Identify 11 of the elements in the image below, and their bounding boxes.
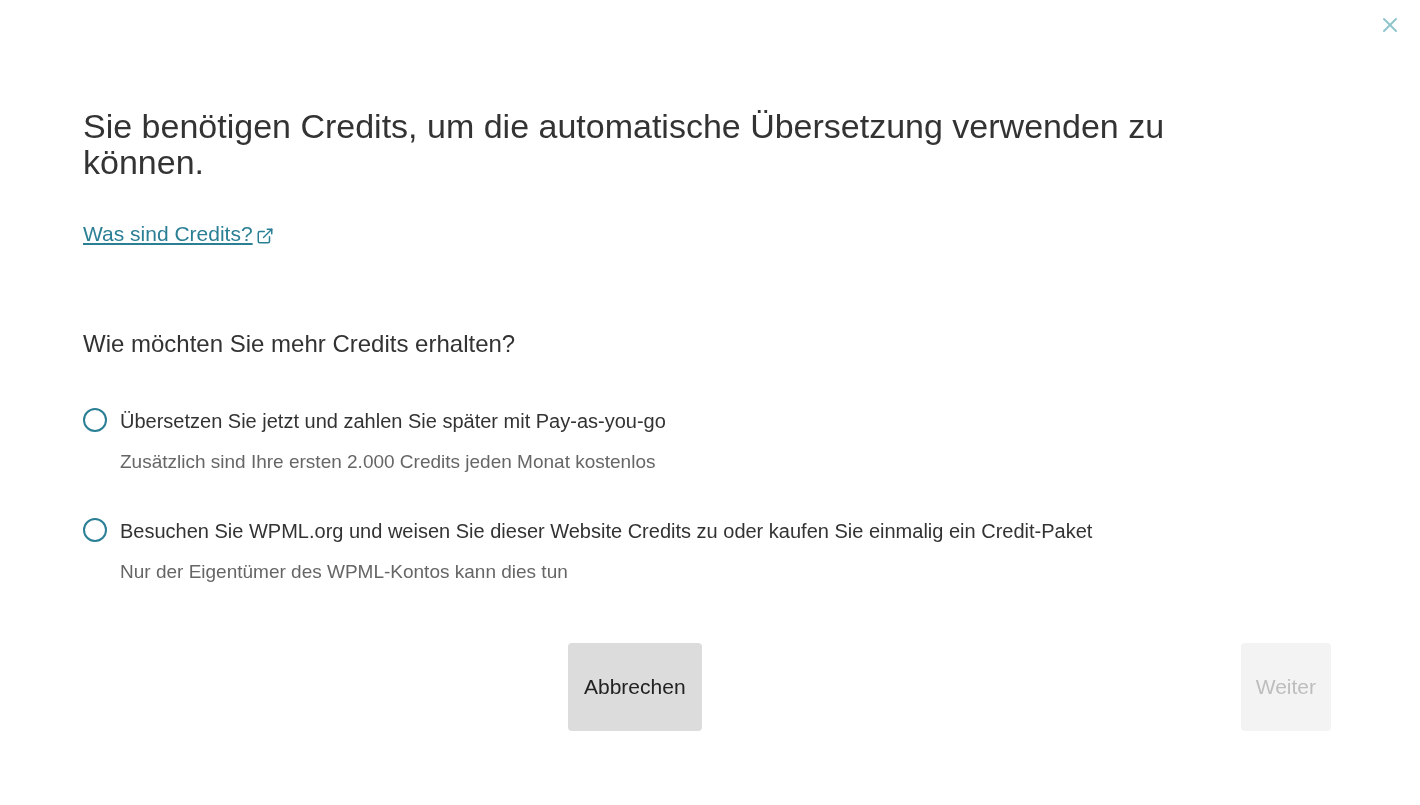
question-label: Wie möchten Sie mehr Credits erhalten? bbox=[83, 328, 517, 359]
credits-link[interactable]: Was sind Credits? bbox=[83, 218, 253, 250]
option-hint: Zusätzlich sind Ihre ersten 2.000 Credits jeden Monat kostenlos bbox=[120, 449, 657, 474]
cancel-button[interactable]: Abbrechen bbox=[568, 642, 702, 731]
external-link-icon bbox=[255, 226, 274, 245]
option-hint: Nur der Eigentümer des WPML-Kontos kann dies tun bbox=[120, 560, 569, 584]
option-label[interactable]: Besuchen Sie WPML.org und weisen Sie dieser Website Credits zu oder kaufen Sie einmalig ein Credit-Paket bbox=[120, 516, 1093, 546]
radio-button[interactable] bbox=[83, 407, 107, 432]
dialog-title: Sie benötigen Credits, um die automatische Übersetzung verwenden zu können. bbox=[83, 108, 1166, 180]
option-label[interactable]: Übersetzen Sie jetzt und zahlen Sie später mit Pay-as-you-go bbox=[120, 405, 666, 436]
radio-button[interactable] bbox=[83, 518, 107, 542]
